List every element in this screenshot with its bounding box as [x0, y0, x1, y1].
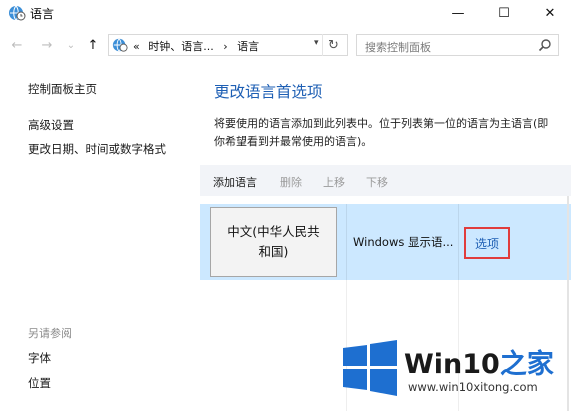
language-list-item[interactable]: 中文(中华人民共 和国) Windows 显示语... 选项: [200, 204, 571, 280]
watermark-title: Win10之家: [404, 342, 554, 381]
arrow-up-icon: ↑: [87, 37, 99, 53]
globe-clock-icon: [9, 5, 26, 21]
see-also-label: 另请参阅: [28, 327, 72, 340]
search-input[interactable]: 搜索控制面板: [365, 39, 431, 55]
remove-button[interactable]: 删除: [280, 174, 302, 190]
window-title: 语言: [30, 7, 55, 21]
search-box[interactable]: 搜索控制面板: [356, 34, 559, 56]
location-link[interactable]: 位置: [28, 375, 51, 391]
navigation-bar: ← → ⌄ ↑ « 时钟、语言... › 语言 ▾ ↻ 搜索控制面板: [0, 31, 573, 59]
close-icon: ✕: [544, 5, 556, 21]
watermark-url: www.win10xitong.com: [408, 380, 538, 394]
maximize-button[interactable]: ☐: [481, 0, 527, 26]
page-title: 更改语言首选项: [214, 83, 323, 101]
options-link[interactable]: 选项: [464, 227, 510, 259]
watermark-title-main: Win10: [404, 349, 500, 380]
address-bar[interactable]: « 时钟、语言... › 语言 ▾: [108, 34, 348, 56]
windows-logo-icon: [343, 340, 397, 396]
close-button[interactable]: ✕: [527, 0, 573, 26]
fonts-link[interactable]: 字体: [28, 350, 51, 366]
chevron-down-icon: ⌄: [66, 39, 76, 51]
control-panel-home-link[interactable]: 控制面板主页: [28, 81, 97, 97]
up-button[interactable]: ↑: [84, 36, 102, 54]
column-divider: [458, 204, 459, 280]
move-up-button[interactable]: 上移: [323, 174, 345, 190]
breadcrumb-separator[interactable]: ›: [223, 40, 227, 53]
breadcrumb: « 时钟、语言... › 语言: [133, 38, 259, 54]
minimize-button[interactable]: —: [435, 0, 481, 26]
move-down-button[interactable]: 下移: [366, 174, 388, 190]
maximize-icon: ☐: [498, 5, 510, 21]
add-language-button[interactable]: 添加语言: [213, 174, 257, 190]
breadcrumb-overflow[interactable]: «: [133, 40, 140, 53]
globe-clock-icon: [112, 38, 128, 52]
change-date-time-format-link[interactable]: 更改日期、时间或数字格式: [28, 141, 166, 157]
search-icon[interactable]: [538, 38, 552, 52]
language-name-tile[interactable]: 中文(中华人民共 和国): [210, 207, 337, 277]
page-description: 将要使用的语言添加到此列表中。位于列表第一位的语言为主语言(即你希望看到并最常使…: [214, 117, 549, 148]
language-name-line1: 中文(中华人民共: [227, 224, 320, 239]
scrollbar-track[interactable]: [567, 196, 569, 411]
watermark-title-suffix: 之家: [499, 349, 554, 380]
language-status-info: Windows 显示语...: [353, 235, 454, 249]
breadcrumb-item-language[interactable]: 语言: [237, 40, 259, 53]
recent-locations-button[interactable]: ⌄: [62, 36, 80, 54]
minimize-icon: —: [451, 5, 465, 21]
advanced-settings-link[interactable]: 高级设置: [28, 117, 74, 133]
language-toolbar: 添加语言 删除 上移 下移: [200, 165, 571, 196]
back-button[interactable]: ←: [8, 36, 26, 54]
language-name-line2: 和国): [258, 244, 289, 259]
column-divider: [346, 204, 347, 280]
title-bar: 语言 — ☐ ✕: [0, 0, 573, 26]
forward-button[interactable]: →: [38, 36, 56, 54]
options-label: 选项: [474, 236, 499, 251]
refresh-icon: ↻: [328, 37, 339, 53]
arrow-right-icon: →: [41, 37, 53, 53]
arrow-left-icon: ←: [11, 37, 23, 53]
refresh-button[interactable]: ↻: [322, 34, 344, 56]
breadcrumb-item-clock-language[interactable]: 时钟、语言...: [148, 40, 214, 53]
address-dropdown-icon[interactable]: ▾: [314, 38, 319, 48]
